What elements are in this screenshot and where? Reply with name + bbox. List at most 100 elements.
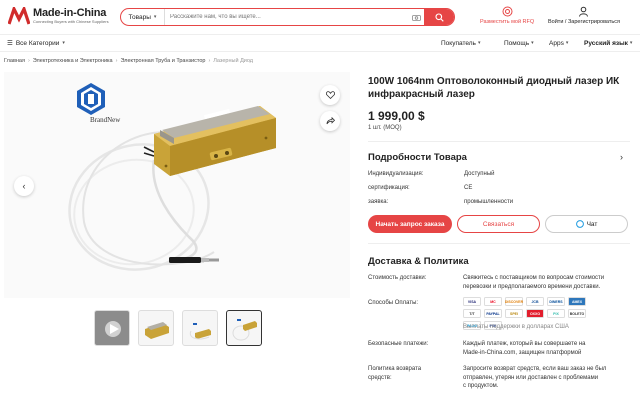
language-menu[interactable]: Русский язык ▾ bbox=[584, 40, 632, 47]
search-input[interactable] bbox=[165, 9, 408, 25]
payment-methods-label: Способы Оплаты: bbox=[368, 300, 419, 306]
refund-policy-text: Запросите возврат средств, если ваш зака… bbox=[463, 365, 633, 391]
refund-text-line: Запросите возврат средств, если ваш зака… bbox=[463, 366, 607, 372]
product-main-image[interactable]: ‹ BrandNew bbox=[4, 72, 350, 298]
language-label: Русский язык bbox=[584, 39, 628, 47]
shipping-cost-label: Стоимость доставки: bbox=[368, 275, 427, 281]
breadcrumb: Главная › Электротехника и Электроника › Э… bbox=[4, 58, 253, 64]
product-title: 100W 1064nm Оптоволоконный диодный лазер… bbox=[368, 76, 620, 100]
share-button[interactable] bbox=[320, 111, 340, 131]
chevron-down-icon: ▾ bbox=[477, 40, 481, 46]
brand-name: BrandNew bbox=[90, 116, 121, 124]
payment-note: Выплаты поддержки в долларах США bbox=[463, 324, 569, 330]
details-key: Индивидуализация: bbox=[368, 171, 424, 177]
discover-icon: DISCOVER bbox=[505, 297, 523, 306]
secure-text-line: Made-in-China.com, защищен платформой bbox=[463, 349, 582, 356]
breadcrumb-item[interactable]: Электротехника и Электроника bbox=[33, 58, 113, 64]
search-category-select[interactable]: Товары ▾ bbox=[121, 9, 165, 25]
product-price: 1 999,00 $ bbox=[368, 109, 425, 123]
user-icon bbox=[579, 6, 589, 17]
apps-menu[interactable]: Apps ▾ bbox=[549, 40, 568, 47]
thumbnail-video[interactable] bbox=[94, 310, 130, 346]
divider bbox=[368, 141, 630, 142]
secure-payments-text: Каждый платеж, который вы совершаете на … bbox=[463, 340, 633, 357]
site-logo[interactable]: Made-in-China Connecting Buyers with Chi… bbox=[8, 7, 109, 25]
play-icon bbox=[105, 321, 121, 337]
chevron-right-icon[interactable]: › bbox=[620, 152, 623, 162]
camera-search-icon[interactable] bbox=[408, 9, 424, 25]
thumbnail-image[interactable] bbox=[138, 310, 174, 346]
chevron-down-icon: ▾ bbox=[629, 40, 633, 46]
help-label: Помощь bbox=[504, 39, 530, 47]
details-value: промышленности bbox=[464, 199, 514, 205]
thumbnail-strip bbox=[94, 310, 262, 346]
all-categories-menu[interactable]: ☰ Все Категории ▾ bbox=[7, 39, 65, 48]
breadcrumb-item[interactable]: Главная bbox=[4, 58, 25, 64]
buyer-label: Покупатель bbox=[441, 39, 476, 47]
divider bbox=[368, 243, 630, 244]
laser-module-illustration bbox=[68, 83, 276, 271]
breadcrumb-current: Лазерный Диод bbox=[213, 58, 254, 64]
details-key: сертификация: bbox=[368, 185, 410, 191]
jcb-icon: JCB bbox=[526, 297, 544, 306]
made-in-china-logo-icon bbox=[8, 7, 30, 25]
chat-button[interactable]: Чат bbox=[545, 215, 628, 233]
refund-label-line: Политика возврата bbox=[368, 366, 422, 372]
chevron-down-icon: ▾ bbox=[153, 14, 157, 20]
logo-subtitle: Connecting Buyers with Chinese Suppliers bbox=[33, 19, 109, 24]
start-order-button[interactable]: Начать запрос заказа bbox=[368, 215, 452, 233]
shipping-text-line: Свяжитесь с поставщиком по вопросам стои… bbox=[463, 275, 605, 281]
buyer-menu[interactable]: Покупатель ▾ bbox=[441, 40, 480, 47]
thumbnail-image-selected[interactable] bbox=[226, 310, 262, 346]
tt-icon: T/T bbox=[463, 309, 481, 318]
account-label: Войти / Зарегистрироваться bbox=[548, 19, 620, 25]
chat-label: Чат bbox=[586, 220, 598, 228]
share-icon bbox=[326, 117, 335, 125]
pix-icon: PIX bbox=[547, 309, 565, 318]
refund-policy-label: Политика возврата средств: bbox=[368, 365, 421, 382]
paypal-icon: PAYPAL bbox=[484, 309, 502, 318]
refund-text-line: с продуктом. bbox=[463, 383, 499, 389]
boleto-icon: BOLETO bbox=[568, 309, 586, 318]
rfq-label: Разместить мой RFQ bbox=[480, 19, 535, 25]
refund-label-line: средств: bbox=[368, 374, 392, 381]
chat-icon bbox=[575, 220, 584, 228]
shipping-cost-text: Свяжитесь с поставщиком по вопросам стои… bbox=[463, 274, 633, 291]
brand-logo-icon bbox=[77, 83, 105, 115]
help-menu[interactable]: Помощь ▾ bbox=[504, 40, 534, 47]
delivery-policy-title: Доставка & Политика bbox=[368, 256, 469, 267]
favorite-button[interactable] bbox=[320, 85, 340, 105]
details-key: заявка: bbox=[368, 199, 389, 205]
category-nav: ☰ Все Категории ▾ Покупатель ▾ Помощь ▾ Ap… bbox=[0, 34, 640, 52]
rfq-icon bbox=[502, 6, 513, 17]
secure-payments-label: Безопасные платежи: bbox=[368, 341, 429, 347]
menu-icon: ☰ bbox=[7, 40, 13, 47]
details-row: заявка: промышленности bbox=[368, 199, 513, 205]
details-value: Доступный bbox=[464, 171, 495, 177]
search-bar: Товары ▾ bbox=[120, 8, 455, 26]
heart-icon bbox=[325, 91, 335, 99]
search-button[interactable] bbox=[424, 9, 454, 25]
refund-text-line: отправлен, утерян или доставлен с пробле… bbox=[463, 374, 599, 381]
diners-icon: DINERS bbox=[547, 297, 565, 306]
shipping-text-line: перевозки и предполагаемого времени дост… bbox=[463, 283, 601, 290]
breadcrumb-separator: › bbox=[27, 58, 30, 64]
thumbnail-image[interactable] bbox=[182, 310, 218, 346]
details-value: CE bbox=[464, 185, 473, 191]
account-link[interactable]: Войти / Зарегистрироваться bbox=[548, 6, 620, 25]
search-category-label: Товары bbox=[128, 13, 151, 21]
oxxo-icon: OXXO bbox=[526, 309, 544, 318]
breadcrumb-separator: › bbox=[115, 58, 118, 64]
apps-label: Apps bbox=[549, 39, 564, 47]
spei-icon: SPEI bbox=[505, 309, 523, 318]
all-categories-label: Все Категории bbox=[15, 39, 60, 47]
product-details-title[interactable]: Подробности Товара bbox=[368, 152, 467, 163]
contact-supplier-button[interactable]: Связаться bbox=[457, 215, 540, 233]
rfq-link[interactable]: Разместить мой RFQ bbox=[480, 6, 534, 25]
details-row: Индивидуализация: Доступный bbox=[368, 171, 495, 177]
visa-icon: VISA bbox=[463, 297, 481, 306]
breadcrumb-item[interactable]: Электронная Труба и Транзистор bbox=[120, 58, 205, 64]
secure-text-line: Каждый платеж, который вы совершаете на bbox=[463, 341, 586, 347]
gallery-prev-button[interactable]: ‹ bbox=[14, 176, 34, 196]
amex-icon: AMEX bbox=[568, 297, 586, 306]
